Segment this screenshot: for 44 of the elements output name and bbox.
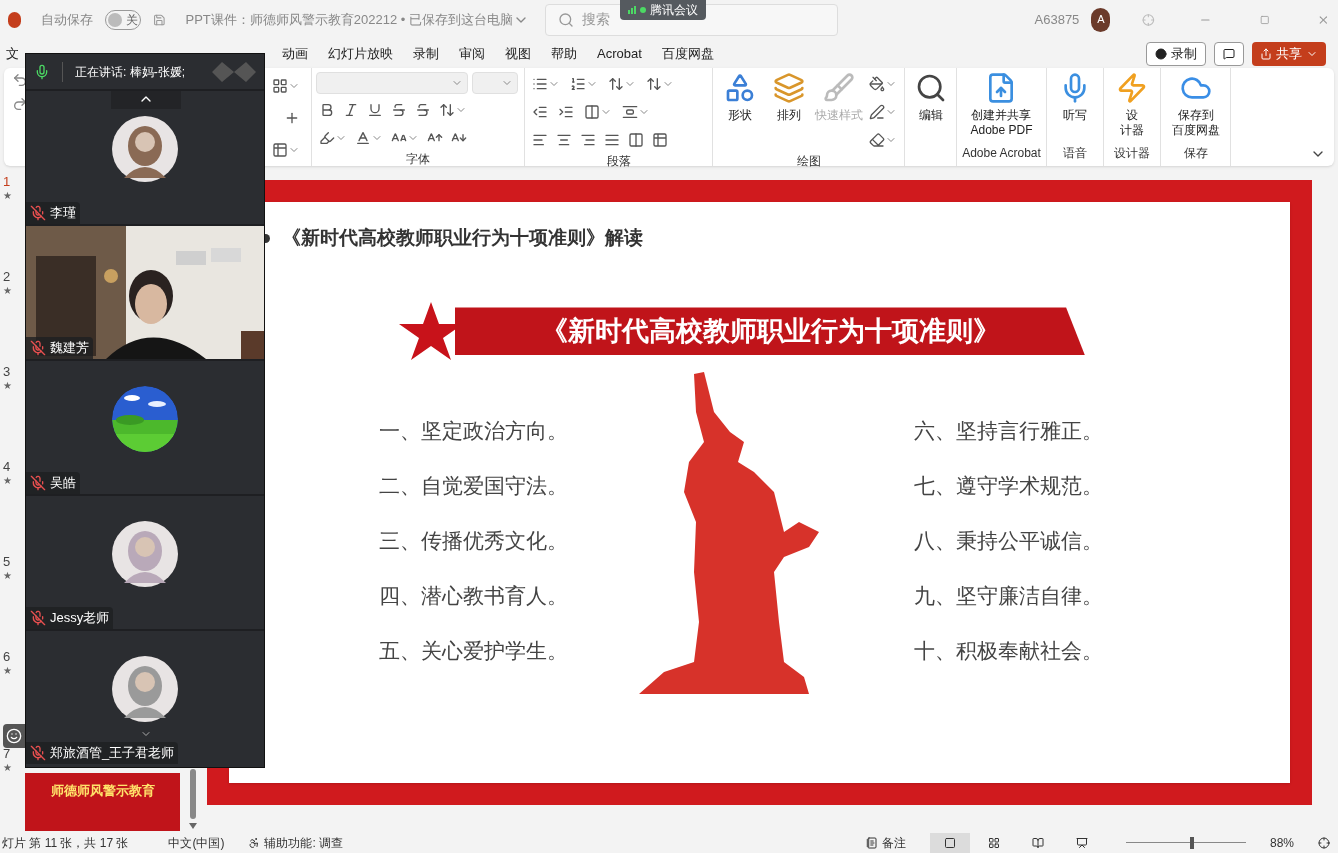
star-icon: ★ — [3, 191, 25, 202]
slide-heading: 《新时代高校教师职业行为十项准则》解读 — [282, 225, 643, 250]
principle-item: 三、传播优秀文化。 — [379, 528, 569, 555]
autosave-label: 自动保存 — [40, 10, 93, 29]
star-icon: ★ — [3, 381, 25, 392]
star-icon: ★ — [3, 571, 25, 582]
principle-item: 四、潜心教书育人。 — [379, 583, 569, 610]
title-banner: 《新时代高校教师职业行为十项准则》 — [455, 307, 1085, 356]
participant-name: 吴皓 — [50, 474, 76, 493]
participant-name: 李瑾 — [50, 204, 76, 223]
slide-count: 灯片 第 11 张，共 17 张 — [2, 834, 129, 852]
participant-name: 魏建芳 — [50, 339, 89, 358]
group-label: 语音 — [1062, 144, 1088, 162]
slide-number: 7 — [3, 744, 12, 763]
slide-number: 6 — [3, 647, 12, 666]
slide-number: 3 — [3, 362, 12, 381]
principle-item: 八、秉持公平诚信。 — [914, 528, 1103, 555]
principle-item: 六、坚持言行雅正。 — [914, 418, 1103, 445]
star-icon: ★ — [3, 476, 25, 487]
thumbnail-title: 师德师风警示教育 — [50, 781, 155, 800]
principle-item: 九、坚守廉洁自律。 — [914, 583, 1103, 610]
principle-item: 十、积极奉献社会。 — [914, 638, 1103, 665]
group-label: 字体 — [405, 150, 431, 168]
group-label: 绘图 — [795, 152, 822, 170]
participant-name: 郑旅酒管_王子君老师 — [50, 744, 175, 763]
star-icon: ★ — [3, 763, 25, 774]
group-label: 保存 — [1182, 144, 1209, 162]
slide-number: 2 — [3, 267, 12, 286]
group-label: 设计器 — [1113, 144, 1151, 162]
group-label: 段落 — [605, 152, 632, 170]
slide-number: 1 — [3, 172, 12, 191]
participant-name: Jessy老师 — [50, 609, 110, 628]
meeting-name: 腾讯会议 — [650, 2, 698, 19]
slide-number: 5 — [3, 552, 12, 571]
principle-item: 七、遵守学术规范。 — [914, 473, 1103, 500]
user-name: A63875 — [1034, 10, 1080, 29]
group-label: Adobe Acrobat — [961, 144, 1042, 162]
star-icon: ★ — [3, 666, 25, 677]
principle-item: 五、关心爱护学生。 — [379, 638, 569, 665]
speaking-status: 正在讲话: 棒妈-张媛; — [75, 63, 185, 81]
principle-item: 一、坚定政治方向。 — [379, 418, 569, 445]
star-icon: ★ — [3, 286, 25, 297]
principle-item: 二、自觉爱国守法。 — [379, 473, 569, 500]
slide-number: 4 — [3, 457, 12, 476]
